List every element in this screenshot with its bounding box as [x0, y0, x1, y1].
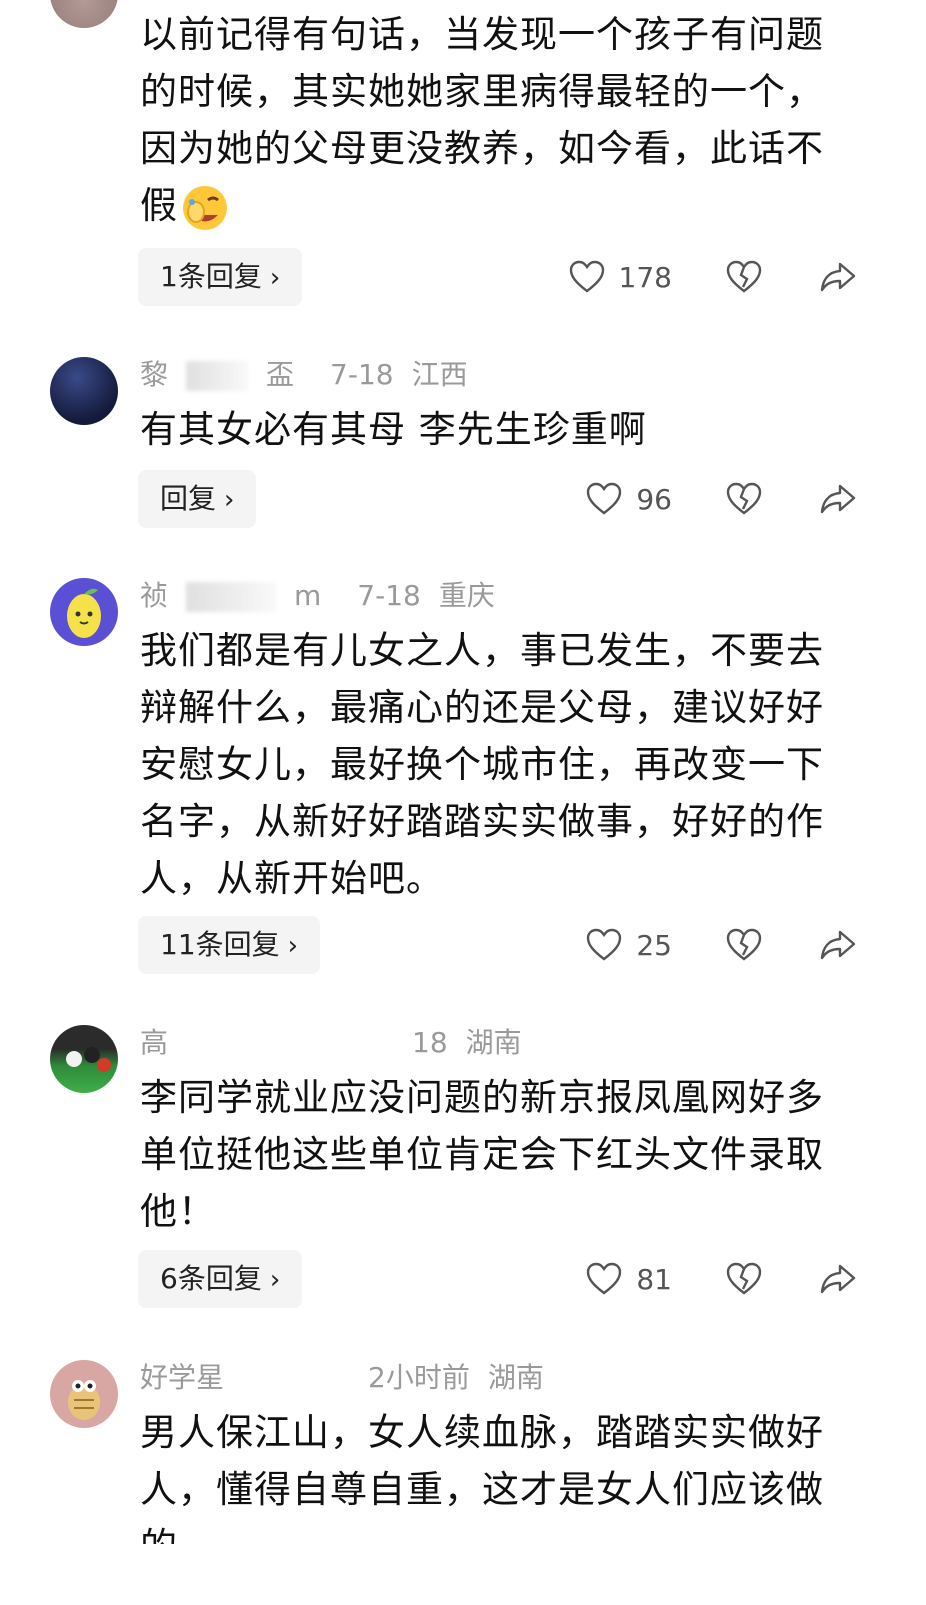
- like-count: 178: [618, 260, 672, 294]
- like-count: 81: [636, 1262, 672, 1296]
- avatar[interactable]: [50, 1360, 118, 1428]
- comment-meta: 黎盃 7-18 江西: [140, 355, 486, 395]
- like-button[interactable]: 81: [586, 1262, 672, 1296]
- comment-line: 人，从新开始吧。: [140, 857, 444, 900]
- like-button[interactable]: 96: [586, 482, 672, 516]
- comment-text: 有其女必有其母 李先生珍重啊: [140, 401, 880, 458]
- comment-text: 以前记得有句话，当发现一个孩子有问题 的时候，其实她她家里病得最轻的一个， 因为…: [140, 6, 880, 234]
- comment-actions: 178: [569, 248, 856, 306]
- avatar[interactable]: [50, 1025, 118, 1093]
- share-icon[interactable]: [820, 929, 856, 961]
- comment-meta: 高 18 湖南: [140, 1023, 540, 1063]
- heart-icon: [586, 1262, 622, 1296]
- view-replies-button[interactable]: 6条回复 ›: [138, 1250, 303, 1308]
- comment-actions: 25: [586, 916, 856, 974]
- username[interactable]: 黎盃: [140, 358, 312, 391]
- heart-icon: [569, 260, 605, 294]
- replies-label: 1条回复: [160, 260, 262, 293]
- heart-icon: [586, 482, 622, 516]
- share-icon[interactable]: [820, 261, 856, 293]
- comment-line: 人，懂得自尊自重，这才是女人们应该做: [140, 1468, 824, 1511]
- replies-label: 6条回复: [160, 1262, 262, 1295]
- comment-actions: 81: [586, 1250, 856, 1308]
- chevron-right-icon: ›: [287, 931, 299, 961]
- comment-line: 的: [140, 1518, 880, 1544]
- broken-heart-icon[interactable]: [726, 1262, 762, 1296]
- comment-location: 湖南: [465, 1026, 522, 1059]
- lemon-character-icon: [67, 588, 101, 638]
- facepalm-laugh-emoji-icon: [178, 182, 230, 234]
- like-count: 25: [636, 928, 672, 962]
- comment-location: 江西: [411, 358, 468, 391]
- comment-date: 2小时前: [368, 1361, 470, 1394]
- comment-actions: 96: [586, 470, 856, 528]
- comment-line: 名字，从新好好踏踏实实做事，好好的作: [140, 800, 824, 843]
- share-icon[interactable]: [820, 483, 856, 515]
- avatar[interactable]: [50, 578, 118, 646]
- share-icon[interactable]: [820, 1263, 856, 1295]
- broken-heart-icon[interactable]: [726, 928, 762, 962]
- username[interactable]: 好学星: [140, 1361, 350, 1394]
- username[interactable]: 祯m: [140, 579, 339, 612]
- comment-line: 辩解什么，最痛心的还是父母，建议好好: [140, 686, 824, 729]
- chevron-right-icon: ›: [224, 485, 235, 515]
- username[interactable]: 高: [140, 1026, 394, 1059]
- reply-button[interactable]: 回复 ›: [138, 470, 257, 528]
- comment-line: 他！: [140, 1190, 216, 1233]
- comment-date: 7-18: [357, 579, 421, 612]
- comment-location: 湖南: [487, 1361, 544, 1394]
- comment-meta: 好学星 2小时前 湖南: [140, 1358, 562, 1398]
- view-replies-button[interactable]: 1条回复 ›: [138, 248, 303, 306]
- like-count: 96: [636, 482, 672, 516]
- comment-line: 因为她的父母更没教养，如今看，此话不: [140, 127, 824, 170]
- chevron-right-icon: ›: [269, 1265, 281, 1295]
- heart-icon: [586, 928, 622, 962]
- comment-text: 男人保江山，女人续血脉，踏踏实实做好 人，懂得自尊自重，这才是女人们应该做 的: [140, 1404, 880, 1544]
- comment-line: 李同学就业应没问题的新京报凤凰网好多: [140, 1076, 824, 1119]
- comment-location: 重庆: [438, 579, 495, 612]
- comment-date: 18: [412, 1026, 448, 1059]
- comment-line: 安慰女儿，最好换个城市住，再改变一下: [140, 743, 824, 786]
- chevron-right-icon: ›: [269, 263, 281, 293]
- like-button[interactable]: 25: [586, 928, 672, 962]
- comment-line: 假: [140, 177, 880, 234]
- like-button[interactable]: 178: [569, 260, 672, 294]
- comment-line: 我们都是有儿女之人，事已发生，不要去: [140, 629, 824, 672]
- comment-line: 男人保江山，女人续血脉，踏踏实实做好: [140, 1411, 824, 1454]
- avatar[interactable]: [50, 0, 118, 28]
- comment-line: 以前记得有句话，当发现一个孩子有问题: [140, 13, 824, 56]
- view-replies-button[interactable]: 11条回复 ›: [138, 916, 321, 974]
- avatar[interactable]: [50, 357, 118, 425]
- comment-meta: 祯 m 7-18 重庆: [140, 576, 513, 616]
- comment-text: 李同学就业应没问题的新京报凤凰网好多 单位挺他这些单位肯定会下红头文件录取 他！: [140, 1069, 880, 1240]
- comment-text: 我们都是有儿女之人，事已发生，不要去 辩解什么，最痛心的还是父母，建议好好 安慰…: [140, 622, 880, 907]
- broken-heart-icon[interactable]: [726, 482, 762, 516]
- broken-heart-icon[interactable]: [726, 260, 762, 294]
- billiard-balls-icon: [66, 1047, 111, 1072]
- comment-line: 的时候，其实她她家里病得最轻的一个，: [140, 70, 824, 113]
- comment-line: 单位挺他这些单位肯定会下红头文件录取: [140, 1133, 824, 1176]
- replies-label: 11条回复: [160, 928, 280, 961]
- comment-date: 7-18: [330, 358, 394, 391]
- cartoon-character-icon: [68, 1380, 100, 1420]
- replies-label: 回复: [160, 482, 217, 515]
- comment-line: 有其女必有其母 李先生珍重啊: [140, 408, 647, 451]
